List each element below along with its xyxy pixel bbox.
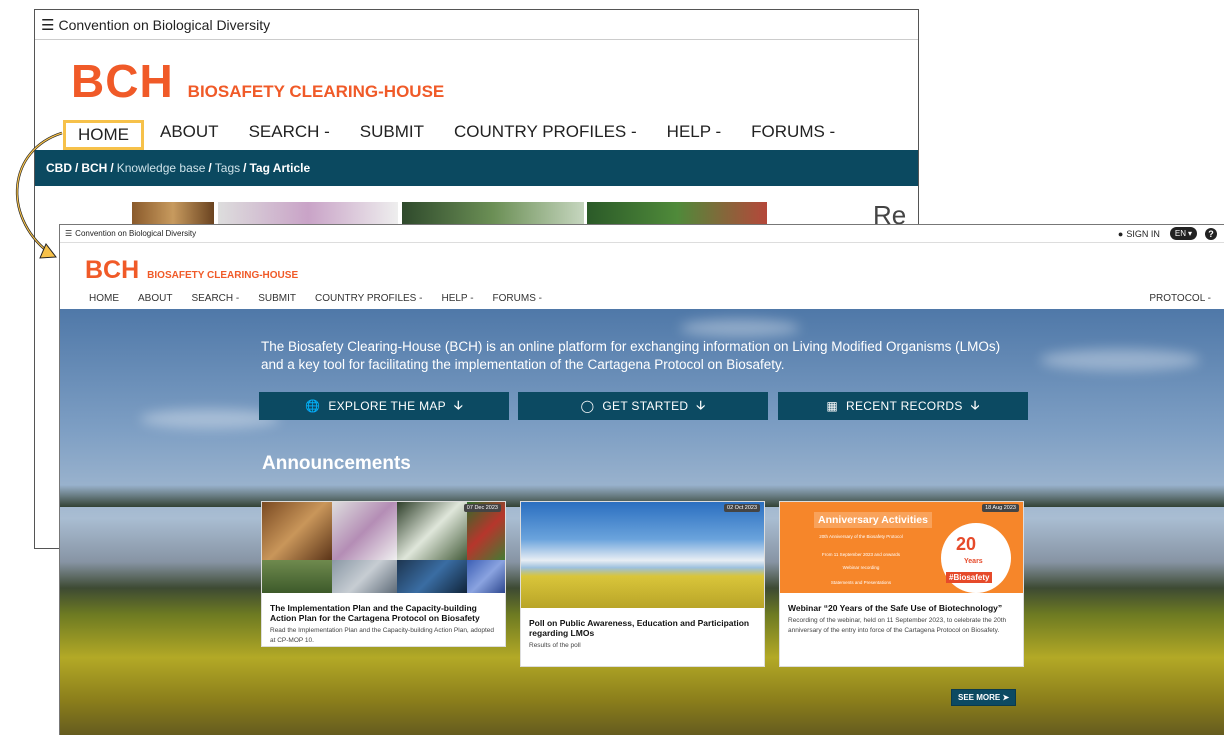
nav-submit[interactable]: SUBMIT [258,293,296,304]
see-more-label: SEE MORE [958,693,1001,702]
card-date: 07 Dec 2023 [463,504,501,512]
breadcrumb-tags[interactable]: Tags [215,161,240,175]
cbd-topbar: ☰ Convention on Biological Diversity [35,10,918,40]
nav-home[interactable]: HOME [89,293,119,304]
breadcrumb-cbd[interactable]: CBD [46,161,72,175]
recent-records-label: RECENT RECORDS [846,399,963,413]
hero-banner: The Biosafety Clearing-House (BCH) is an… [60,309,1224,735]
card-description: Recording of the webinar, held on 11 Sep… [788,617,1007,634]
nav-submit[interactable]: SUBMIT [346,120,438,150]
breadcrumb: CBD / BCH / Knowledge base / Tags / Tag … [35,150,918,186]
arrow-down-icon: 🡣 [453,397,463,412]
nav-protocol[interactable]: PROTOCOL - [1149,293,1211,304]
globe-icon: 🌐 [305,399,321,413]
get-started-button[interactable]: ◯ GET STARTED 🡣 [518,392,768,420]
card-title[interactable]: Webinar “20 Years of the Safe Use of Bio… [780,603,1023,613]
language-code: EN [1174,229,1186,238]
cloud-decoration [680,319,800,337]
announcement-card[interactable]: Anniversary Activities 20th Anniversary … [779,501,1024,667]
explore-map-button[interactable]: 🌐 EXPLORE THE MAP 🡣 [259,392,509,420]
card-image-wheat-field: 02 Oct 2023 [521,502,764,608]
breadcrumb-bch[interactable]: BCH [81,161,107,175]
card-date: 18 Aug 2023 [982,504,1019,512]
hamburger-icon[interactable]: ☰ [41,16,54,34]
cbd-topbar: ☰ Convention on Biological Diversity ● S… [60,225,1224,243]
arrow-down-icon: 🡣 [970,397,980,412]
intro-text: The Biosafety Clearing-House (BCH) is an… [261,339,1001,372]
logo-short: BCH [85,256,140,284]
hamburger-icon[interactable]: ☰ [65,229,72,238]
logo-short: BCH [71,55,174,107]
lightbulb-icon: ◯ [580,399,595,413]
breadcrumb-separator: / [208,161,212,175]
anniversary-line: From 11 September 2023 and onwards [822,552,900,557]
explore-map-label: EXPLORE THE MAP [328,399,446,413]
nav-about[interactable]: ABOUT [146,120,233,150]
language-selector[interactable]: EN ▾ [1169,227,1197,240]
nav-forums[interactable]: FORUMS - [493,293,542,304]
card-title[interactable]: Poll on Public Awareness, Education and … [521,618,764,638]
nav-country-profiles[interactable]: COUNTRY PROFILES - [315,293,422,304]
logo-long: BIOSAFETY CLEARING-HOUSE [187,82,445,101]
logo-long: BIOSAFETY CLEARING-HOUSE [147,270,299,281]
nav-about[interactable]: ABOUT [138,293,172,304]
account-controls: ● SIGN IN EN ▾ ? [1118,227,1217,240]
get-started-label: GET STARTED [602,399,689,413]
card-date: 02 Oct 2023 [724,504,760,512]
card-image-collage: 07 Dec 2023 [262,502,505,593]
nav-country-profiles[interactable]: COUNTRY PROFILES - [440,120,651,150]
homepage-window: ☰ Convention on Biological Diversity ● S… [59,224,1224,735]
chevron-down-icon: ▾ [1187,229,1192,238]
arrow-down-icon: 🡣 [696,397,706,412]
arrow-right-icon: ➤ [1002,693,1010,702]
recent-records-button[interactable]: ▦ RECENT RECORDS 🡣 [778,392,1028,420]
table-icon: ▦ [826,399,839,413]
bch-logo[interactable]: BCH BIOSAFETY CLEARING-HOUSE [71,54,444,108]
badge-hashtag: #Biosafety [946,572,993,583]
sign-in-link[interactable]: SIGN IN [1126,229,1160,239]
announcement-card[interactable]: 07 Dec 2023 The Implementation Plan and … [261,501,506,647]
nav-search[interactable]: SEARCH - [235,120,344,150]
anniversary-line: Webinar recording [842,565,880,570]
main-nav: HOME ABOUT SEARCH - SUBMIT COUNTRY PROFI… [63,120,851,150]
main-nav: HOME ABOUT SEARCH - SUBMIT COUNTRY PROFI… [89,293,561,304]
help-icon[interactable]: ? [1205,227,1217,240]
announcements-heading: Announcements [262,453,411,474]
see-more-button[interactable]: SEE MORE ➤ [951,689,1017,706]
anniversary-line: 20th Anniversary of the Biosafety Protoc… [819,534,903,539]
card-description: Results of the poll [529,642,581,649]
cbd-topbar-label[interactable]: Convention on Biological Diversity [58,17,270,33]
user-icon: ● [1117,228,1124,239]
breadcrumb-separator: / [110,161,114,175]
anniversary-heading: Anniversary Activities [814,512,932,528]
badge-years: Years [964,558,983,565]
nav-search[interactable]: SEARCH - [191,293,239,304]
cloud-decoration [1040,349,1200,371]
nav-help[interactable]: HELP - [653,120,736,150]
card-title[interactable]: The Implementation Plan and the Capacity… [262,603,505,623]
card-image-anniversary: Anniversary Activities 20th Anniversary … [780,502,1023,593]
nav-forums[interactable]: FORUMS - [737,120,849,150]
nav-help[interactable]: HELP - [441,293,473,304]
announcement-card[interactable]: 02 Oct 2023 Poll on Public Awareness, Ed… [520,501,765,667]
breadcrumb-separator: / [243,161,247,175]
breadcrumb-current: Tag Article [249,161,311,175]
breadcrumb-knowledge-base[interactable]: Knowledge base [117,161,206,175]
bch-logo[interactable]: BCH BIOSAFETY CLEARING-HOUSE [85,256,298,285]
breadcrumb-separator: / [75,161,79,175]
nav-home[interactable]: HOME [63,120,144,150]
cbd-topbar-label[interactable]: Convention on Biological Diversity [75,229,196,238]
anniversary-line: Statements and Presentations [830,580,892,585]
screenshot-stage: ☰ Convention on Biological Diversity BCH… [0,0,1224,735]
card-description: Read the Implementation Plan and the Cap… [270,627,495,644]
badge-number: 20 [956,534,977,554]
